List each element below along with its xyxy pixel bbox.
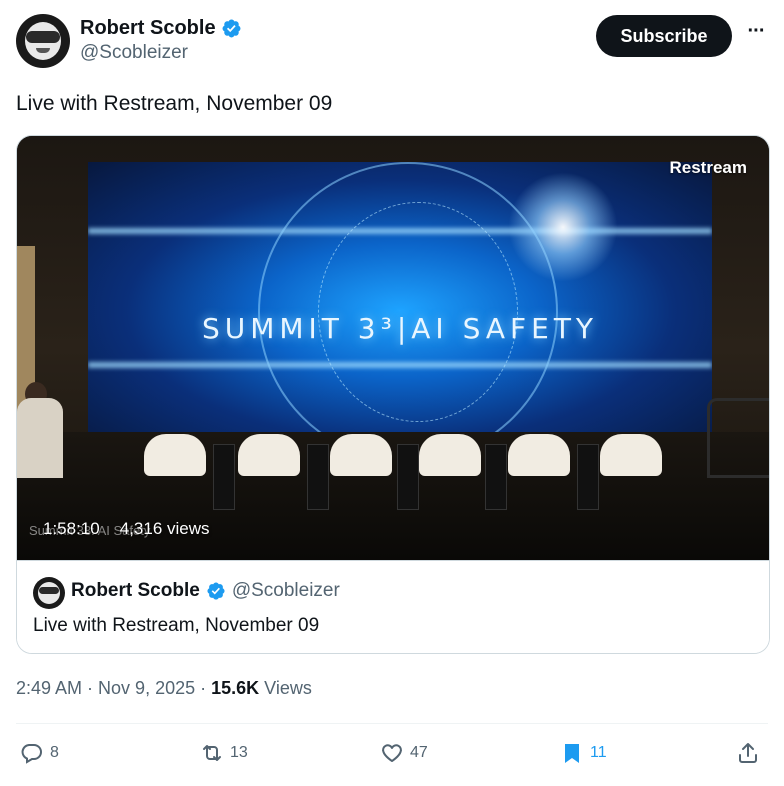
repost-button[interactable]: 13 <box>200 741 248 765</box>
video-views: 4,316 views <box>119 519 210 538</box>
author-display-name-text[interactable]: Robert Scoble <box>80 16 216 40</box>
reply-button[interactable]: 8 <box>20 741 59 765</box>
tweet-text: Live with Restream, November 09 <box>16 92 333 115</box>
video-stats: 1:58:10 4,316 views <box>43 519 210 539</box>
divider <box>16 723 768 724</box>
stage-rail <box>707 398 769 478</box>
author-name-block[interactable]: Robert Scoble @Scobleizer <box>80 16 242 66</box>
action-bar: 8 13 47 11 <box>16 741 768 771</box>
repost-count: 13 <box>230 744 248 761</box>
stage-chair <box>600 434 662 476</box>
share-icon <box>739 743 757 763</box>
restream-watermark: Restream <box>669 158 748 177</box>
reply-count: 8 <box>50 744 59 761</box>
heart-icon <box>382 744 402 762</box>
meta-separator: · <box>200 678 207 698</box>
quoted-author-avatar[interactable] <box>33 577 65 609</box>
speaker-figure <box>17 398 63 478</box>
bookmark-filled-icon <box>565 744 579 763</box>
stage-chair <box>508 434 570 476</box>
verified-badge-icon <box>222 19 241 37</box>
like-count: 47 <box>410 744 428 761</box>
stage-sign <box>577 444 599 510</box>
stage-sign <box>213 444 235 510</box>
author-handle[interactable]: @Scobleizer <box>80 40 242 66</box>
tweet-date[interactable]: Nov 9, 2025 <box>98 678 195 699</box>
screen-light-flare <box>508 172 618 282</box>
video-duration: 1:58:10 <box>43 519 100 538</box>
tweet-meta: 2:49 AM · Nov 9, 2025 · 15.6K Views <box>16 678 312 699</box>
stage-sign <box>397 444 419 510</box>
subscribe-button[interactable]: Subscribe <box>596 15 732 57</box>
tweet-header: Robert Scoble @Scobleizer Subscribe ··· <box>16 14 768 70</box>
author-display-name[interactable]: Robert Scoble <box>80 16 242 40</box>
more-horizontal-icon[interactable]: ··· <box>744 21 768 48</box>
bookmark-count: 11 <box>590 744 607 761</box>
stage-sign <box>485 444 507 510</box>
screen-title: SUMMIT 3³|AI SAFETY <box>201 312 599 345</box>
stage-chair <box>238 434 300 476</box>
stage-chair <box>330 434 392 476</box>
bookmark-button[interactable]: 11 <box>560 741 607 765</box>
share-button[interactable] <box>736 741 760 765</box>
meta-separator: · <box>87 678 94 698</box>
quoted-author-row[interactable]: Robert Scoble @Scobleizer <box>71 580 340 602</box>
verified-badge-icon <box>207 582 225 600</box>
repost-icon <box>203 745 221 761</box>
quoted-post[interactable]: Robert Scoble @Scobleizer Live with Rest… <box>17 560 769 653</box>
video-player[interactable]: SUMMIT 3³|AI SAFETY Restream Summit 33: … <box>17 136 769 560</box>
video-card[interactable]: SUMMIT 3³|AI SAFETY Restream Summit 33: … <box>16 135 770 654</box>
stage-chair <box>419 434 481 476</box>
like-button[interactable]: 47 <box>380 741 428 765</box>
quoted-display-name[interactable]: Robert Scoble <box>71 580 200 602</box>
tweet-time[interactable]: 2:49 AM <box>16 678 82 699</box>
stage-chair <box>144 434 206 476</box>
avatar-visor <box>26 31 60 43</box>
reply-icon <box>21 744 42 764</box>
quoted-handle[interactable]: @Scobleizer <box>232 580 340 602</box>
stage-sign <box>307 444 329 510</box>
views-label: Views <box>264 678 312 698</box>
avatar-visor <box>39 587 59 594</box>
author-avatar[interactable] <box>16 14 70 68</box>
stage-screen: SUMMIT 3³|AI SAFETY <box>88 162 712 432</box>
views-count[interactable]: 15.6K <box>211 678 259 699</box>
quoted-text: Live with Restream, November 09 <box>33 615 320 636</box>
